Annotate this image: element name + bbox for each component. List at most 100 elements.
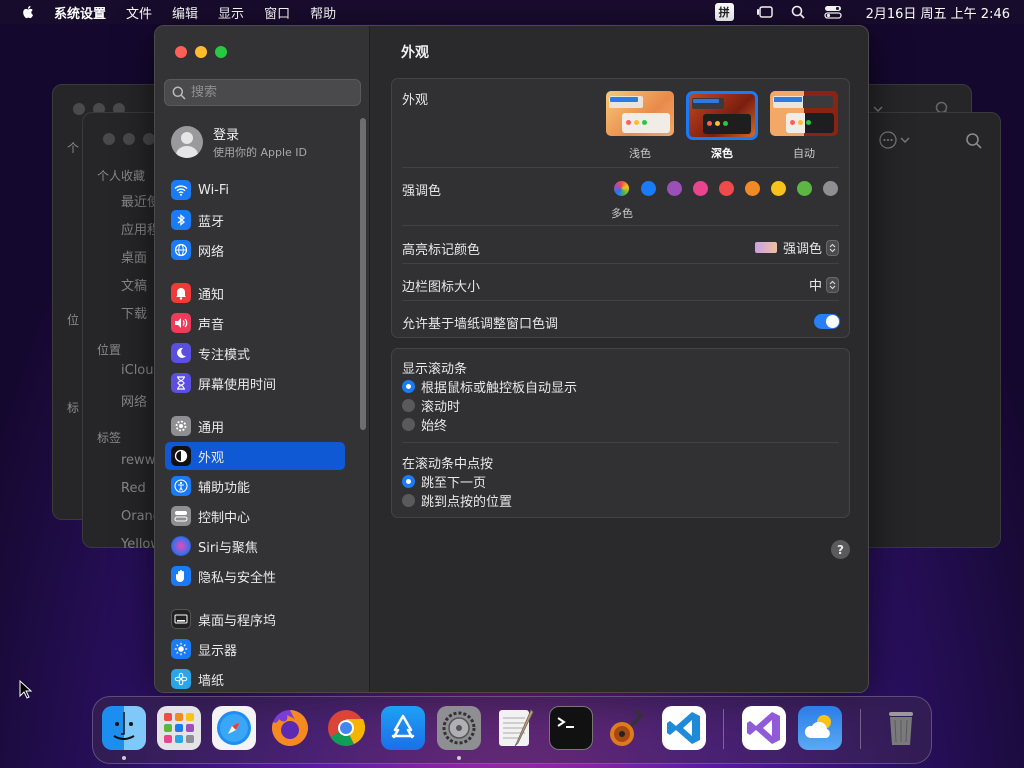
spotlight-search-icon[interactable] — [790, 5, 808, 19]
system-settings-window[interactable]: 登录 使用你的 Apple ID Wi-Fi 蓝牙 网络 通知 声音 专注模式 — [154, 25, 869, 693]
sidebar-item-sound[interactable]: 声音 — [165, 309, 345, 337]
sidebar-item-appearance[interactable]: 外观 — [165, 442, 345, 470]
sidebar-item-label: 辅助功能 — [198, 480, 251, 496]
sidebar-item-desktop-dock[interactable]: 桌面与程序坞 — [165, 605, 345, 633]
menu-clock[interactable]: 2月16日 周五 上午 2:46 — [866, 3, 1010, 22]
accent-swatch-graphite[interactable] — [823, 181, 838, 196]
theme-light-label: 浅色 — [629, 147, 651, 160]
divider — [402, 167, 839, 168]
sidebar-item-notifications[interactable]: 通知 — [165, 279, 345, 307]
sidebar-item-label: 声音 — [198, 317, 225, 333]
weather-icon[interactable] — [798, 706, 842, 750]
wallpaper-tint-toggle[interactable] — [814, 314, 840, 329]
finder-item[interactable]: 网络 — [121, 391, 147, 410]
theme-auto-thumbnail[interactable] — [770, 91, 838, 136]
highlight-color-label: 高亮标记颜色 — [402, 243, 481, 258]
safari-icon[interactable] — [212, 706, 256, 750]
siri-icon — [171, 536, 191, 556]
finder-item[interactable]: 文稿 — [121, 275, 147, 294]
sidebar-item-general[interactable]: 通用 — [165, 412, 345, 440]
vscode-icon[interactable] — [662, 706, 706, 750]
menu-help[interactable]: 帮助 — [310, 3, 336, 22]
garageband-icon[interactable] — [605, 706, 649, 750]
help-button[interactable]: ? — [831, 540, 850, 559]
radio-click-next-page[interactable]: 跳至下一页 — [402, 472, 486, 491]
accent-swatch-orange[interactable] — [745, 181, 760, 196]
finder-item[interactable]: 桌面 — [121, 247, 147, 266]
theme-dark-thumbnail[interactable] — [686, 91, 758, 140]
sidebar-item-label: 屏幕使用时间 — [198, 377, 277, 393]
system-settings-icon[interactable] — [437, 706, 481, 750]
divider — [402, 300, 839, 301]
search-icon — [172, 86, 186, 100]
theme-light-thumbnail[interactable] — [606, 91, 674, 136]
sidebar-item-displays[interactable]: 显示器 — [165, 635, 345, 663]
finder-item[interactable]: iClou — [121, 363, 154, 378]
zoom-button[interactable] — [215, 46, 227, 58]
window-traffic-lights — [175, 46, 227, 58]
radio-scroll-auto[interactable]: 根据鼠标或触控板自动显示 — [402, 377, 577, 396]
settings-sidebar: 登录 使用你的 Apple ID Wi-Fi 蓝牙 网络 通知 声音 专注模式 — [155, 26, 370, 692]
app-store-icon[interactable] — [381, 706, 425, 750]
launchpad-icon[interactable] — [157, 706, 201, 750]
sidebar-item-bluetooth[interactable]: 蓝牙 — [165, 206, 345, 234]
accent-multicolor-swatch[interactable] — [614, 181, 629, 196]
accent-swatch-blue[interactable] — [641, 181, 656, 196]
menu-edit[interactable]: 编辑 — [172, 3, 198, 22]
accessibility-icon — [171, 476, 191, 496]
input-method-indicator[interactable]: 拼 — [714, 3, 734, 21]
apple-id-login[interactable]: 登录 使用你的 Apple ID — [171, 124, 307, 160]
sidebar-item-privacy[interactable]: 隐私与安全性 — [165, 562, 345, 590]
stage-manager-icon[interactable] — [756, 5, 774, 19]
trash-icon[interactable] — [879, 706, 923, 750]
sidebar-item-focus[interactable]: 专注模式 — [165, 339, 345, 367]
more-options-icon[interactable] — [878, 131, 914, 149]
sun-icon — [171, 639, 191, 659]
radio-label: 根据鼠标或触控板自动显示 — [421, 381, 578, 396]
chrome-icon[interactable] — [324, 706, 368, 750]
finder-favorites-header: 个人收藏 — [97, 169, 146, 183]
sidebar-item-wallpaper[interactable]: 墙纸 — [165, 665, 345, 692]
menu-app-name[interactable]: 系统设置 — [54, 3, 106, 22]
visual-studio-icon[interactable] — [742, 706, 786, 750]
radio-label: 跳至下一页 — [421, 476, 487, 491]
accent-multicolor-label: 多色 — [611, 207, 633, 220]
radio-scroll-when-scrolling[interactable]: 滚动时 — [402, 396, 460, 415]
accent-swatch-purple[interactable] — [667, 181, 682, 196]
menu-window[interactable]: 窗口 — [264, 3, 290, 22]
accent-swatch-red[interactable] — [719, 181, 734, 196]
control-center-menu-icon[interactable] — [823, 5, 842, 19]
sidebar-search-field[interactable] — [164, 79, 361, 106]
sidebar-item-wifi[interactable]: Wi-Fi — [165, 176, 345, 204]
appearance-pane: 外观 外观 浅色 深色 自动 强调色 多色 高亮标记颜色 强调色 边栏图标大小 … — [371, 26, 868, 692]
terminal-icon[interactable] — [549, 706, 593, 750]
menu-file[interactable]: 文件 — [126, 3, 152, 22]
accent-swatch-yellow[interactable] — [771, 181, 786, 196]
sidebar-item-siri[interactable]: Siri与聚焦 — [165, 532, 345, 560]
accent-swatch-green[interactable] — [797, 181, 812, 196]
finder-search-icon[interactable] — [965, 132, 983, 150]
close-button[interactable] — [175, 46, 187, 58]
sidebar-item-network[interactable]: 网络 — [165, 236, 345, 264]
search-input[interactable] — [191, 85, 341, 100]
sidebar-item-control-center[interactable]: 控制中心 — [165, 502, 345, 530]
finder-item[interactable]: 下载 — [121, 303, 147, 322]
firefox-icon[interactable] — [268, 706, 312, 750]
apple-logo-icon[interactable] — [18, 4, 38, 20]
appearance-icon — [171, 446, 191, 466]
finder-icon[interactable] — [102, 706, 146, 750]
menu-view[interactable]: 显示 — [218, 3, 244, 22]
minimize-button[interactable] — [195, 46, 207, 58]
accent-swatch-pink[interactable] — [693, 181, 708, 196]
sidebar-item-screen-time[interactable]: 屏幕使用时间 — [165, 369, 345, 397]
sidebar-size-value: 中 — [808, 279, 822, 294]
sidebar-item-accessibility[interactable]: 辅助功能 — [165, 472, 345, 500]
textedit-icon[interactable] — [493, 706, 537, 750]
radio-scroll-always[interactable]: 始终 — [402, 415, 447, 434]
radio-click-jump-to-spot[interactable]: 跳到点按的位置 — [402, 491, 512, 510]
highlight-color-popup[interactable]: 强调色 — [754, 238, 839, 257]
sidebar-icon-size-popup[interactable]: 中 — [809, 275, 839, 294]
sidebar-item-label: 网络 — [198, 244, 225, 260]
sidebar-scrollbar[interactable] — [360, 118, 366, 430]
finder-tag-item[interactable]: Red — [121, 481, 146, 496]
